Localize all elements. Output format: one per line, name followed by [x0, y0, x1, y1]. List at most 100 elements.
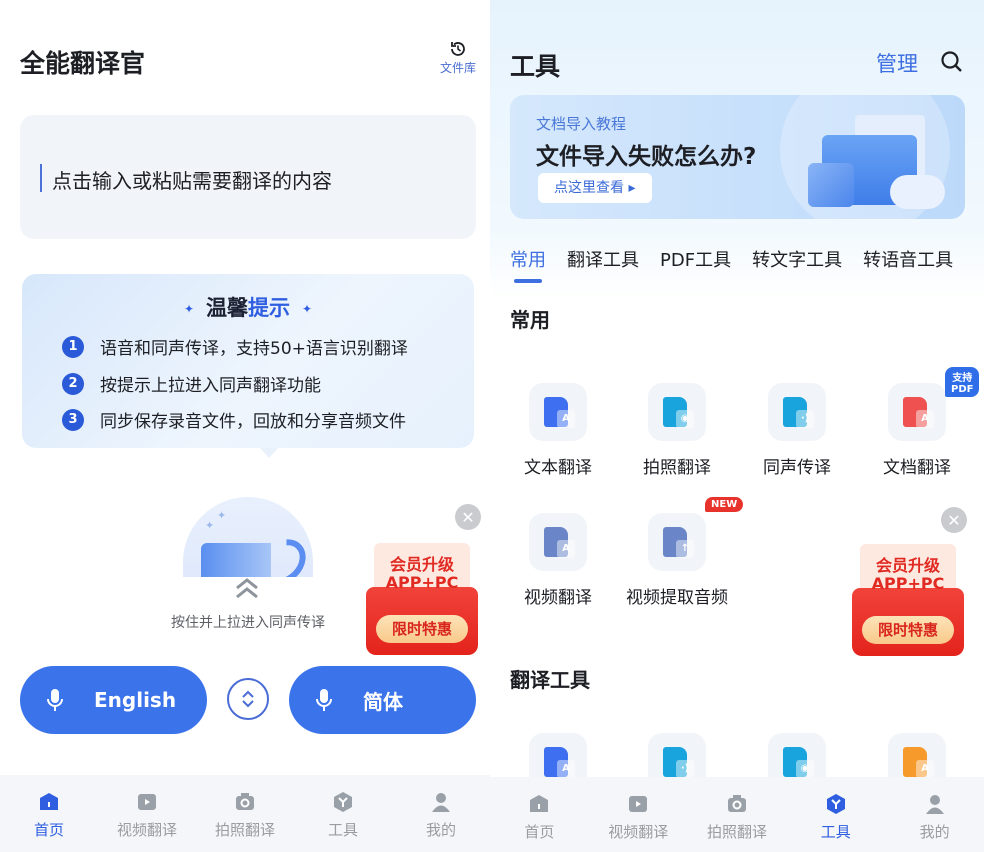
tips-title-dark: 温馨: [206, 296, 248, 320]
tab-profile[interactable]: 我的: [392, 775, 490, 852]
promo-banner[interactable]: 会员升级 APP+PC 限时特惠: [852, 544, 964, 656]
tab-common[interactable]: 常用: [510, 246, 546, 283]
tab-home[interactable]: 首页: [0, 775, 98, 852]
tab-tools[interactable]: 工具: [294, 775, 392, 852]
close-icon: ✕: [947, 510, 961, 530]
promo-line1: 会员升级: [389, 555, 454, 574]
tool-item[interactable]: A 视频翻译: [498, 513, 618, 608]
tab-home[interactable]: 首页: [490, 777, 589, 852]
tab-label: 视频翻译: [608, 823, 669, 841]
tab-video-translate[interactable]: 视频翻译: [589, 777, 688, 852]
target-language-button[interactable]: 简体: [289, 666, 476, 734]
section-title-common: 常用: [510, 308, 550, 332]
tab-label: 视频翻译: [116, 821, 177, 839]
sparkle-icon: ✦: [302, 302, 313, 316]
tip-number: 3: [62, 408, 84, 431]
target-language-label: 简体: [363, 689, 403, 714]
tab-label: 首页: [33, 821, 64, 839]
bottom-tab-bar: 首页 视频翻译 拍照翻译 工具 我的: [0, 775, 490, 852]
promo-close-button[interactable]: ✕: [941, 507, 967, 533]
tab-translate-tools[interactable]: 翻译工具: [567, 246, 639, 272]
tips-pointer: [260, 448, 278, 458]
tab-label: 工具: [327, 821, 358, 839]
tab-profile[interactable]: 我的: [885, 777, 984, 852]
pull-up-chevron-icon[interactable]: [232, 575, 262, 601]
video-icon: [138, 794, 156, 810]
tab-video-translate[interactable]: 视频翻译: [98, 775, 196, 852]
tool-item[interactable]: A 文本翻译: [498, 383, 618, 478]
manage-button[interactable]: 管理: [876, 48, 918, 78]
sparkle-icon: ✦: [183, 302, 194, 316]
promo-banner[interactable]: 会员升级 APP+PC 限时特惠: [366, 543, 478, 655]
banner-cta-button[interactable]: 点这里查看 ▸: [538, 173, 652, 203]
camera-icon: [727, 795, 746, 812]
promo-close-button[interactable]: ✕: [455, 504, 481, 530]
microphone-icon: [316, 689, 332, 711]
tool-badge: 支持PDF: [945, 367, 980, 397]
tip-text: 按提示上拉进入同声翻译功能: [100, 376, 321, 396]
tab-label: 我的: [425, 821, 456, 839]
promo-line1: 会员升级: [875, 556, 940, 575]
tool-label: 文档翻译: [883, 458, 951, 478]
app-title: 全能翻译官: [20, 49, 146, 78]
camera-icon: [236, 793, 254, 810]
translate-input[interactable]: 点击输入或粘贴需要翻译的内容: [20, 115, 476, 239]
tab-photo-translate[interactable]: 拍照翻译: [688, 777, 787, 852]
input-placeholder: 点击输入或粘贴需要翻译的内容: [52, 169, 332, 193]
tips-title: ✦ 温馨提示 ✦: [22, 292, 474, 322]
tool-item[interactable]: A 支持PDF 文档翻译: [857, 367, 980, 478]
tools-cube-icon: [826, 794, 845, 814]
tool-label: 同声传译: [763, 458, 831, 478]
tip-item: 3 同步保存录音文件，回放和分享音频文件: [62, 407, 406, 432]
page-title: 工具: [510, 52, 561, 81]
tip-number: 1: [62, 335, 84, 358]
promo-pill: 限时特惠: [376, 615, 468, 643]
simultaneous-icon: ·): [768, 383, 826, 441]
category-tabs: 常用 翻译工具 PDF工具 转文字工具 转语音工具: [510, 246, 974, 283]
cloud-illustration: [890, 175, 945, 209]
section-title-translate: 翻译工具: [510, 668, 590, 692]
user-icon: [925, 795, 944, 814]
tip-item: 2 按提示上拉进入同声翻译功能: [62, 371, 321, 396]
bottom-tab-bar: 首页 视频翻译 拍照翻译 工具 我的: [490, 777, 984, 852]
promo-pill: 限时特惠: [862, 616, 954, 644]
tab-to-text-tools[interactable]: 转文字工具: [752, 246, 842, 272]
video-extract-audio-icon: ↑: [648, 513, 706, 571]
tool-label: 拍照翻译: [643, 458, 711, 478]
swap-languages-button[interactable]: [227, 678, 269, 720]
tip-item: 1 语音和同声传译，支持50+语言识别翻译: [62, 334, 408, 359]
tab-tools[interactable]: 工具: [786, 777, 885, 852]
speaker-illustration: ✦ ✦: [183, 497, 313, 577]
pull-up-hint: 按住并上拉进入同声传译: [171, 615, 325, 631]
tutorial-banner[interactable]: 文档导入教程 文件导入失败怎么办? 点这里查看 ▸: [510, 95, 965, 219]
tab-to-speech-tools[interactable]: 转语音工具: [863, 246, 953, 272]
tip-number: 2: [62, 372, 84, 395]
tool-item[interactable]: ·) 同声传译: [737, 383, 857, 478]
tip-text: 语音和同声传译，支持50+语言识别翻译: [100, 339, 408, 359]
tab-label: 首页: [524, 823, 555, 841]
promo-line2: APP+PC: [871, 574, 945, 593]
text-translate-icon: A: [529, 383, 587, 441]
file-library-button[interactable]: 文件库: [438, 40, 478, 76]
tool-label: 文本翻译: [524, 458, 592, 478]
video-icon: [629, 796, 648, 812]
source-language-button[interactable]: English: [20, 666, 207, 734]
tool-item[interactable]: ↑ NEW 视频提取音频: [617, 497, 744, 608]
search-icon[interactable]: [940, 50, 964, 74]
doc-translate-icon: A: [888, 383, 946, 441]
tab-label: 工具: [820, 823, 851, 841]
file-library-label: 文件库: [439, 61, 476, 75]
user-icon: [432, 793, 450, 812]
microphone-icon: [47, 689, 63, 711]
tips-title-blue: 提示: [248, 296, 290, 320]
tab-photo-translate[interactable]: 拍照翻译: [196, 775, 294, 852]
tab-label: 拍照翻译: [214, 821, 275, 839]
tab-label: 拍照翻译: [706, 823, 767, 841]
tab-pdf-tools[interactable]: PDF工具: [660, 246, 731, 272]
tool-label: 视频翻译: [524, 588, 592, 608]
history-icon: [451, 42, 465, 56]
tool-item[interactable]: ◉ 拍照翻译: [617, 383, 737, 478]
tool-label: 视频提取音频: [626, 588, 728, 608]
import-tile-illustration: [808, 163, 854, 207]
promo-line2: APP+PC: [385, 573, 459, 592]
